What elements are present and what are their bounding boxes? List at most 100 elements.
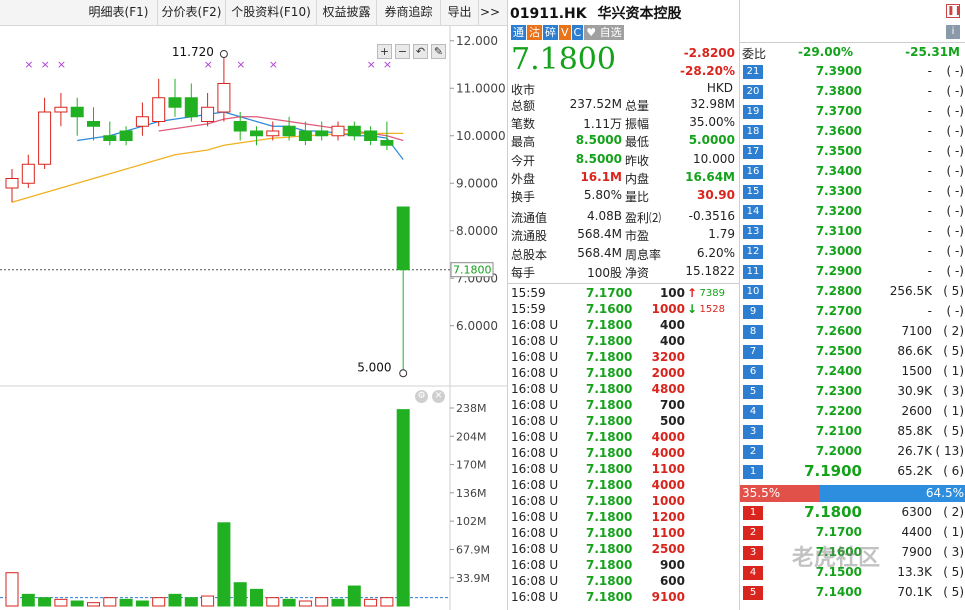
level-count: ( 5) <box>943 424 964 438</box>
tab-detail[interactable]: 明细表(F1) <box>80 0 158 25</box>
quote-badge[interactable]: 碎 <box>543 25 558 40</box>
quote-badge[interactable]: C <box>571 25 584 40</box>
bid-row[interactable]: 1 7.1800 6300 ( 2) <box>740 503 965 523</box>
volume-bar <box>315 597 329 607</box>
ask-row[interactable]: 18 7.3600 -( -) <box>740 122 965 142</box>
divider <box>508 283 739 284</box>
tick-row[interactable]: 16:08 U 7.1800 3200 <box>508 350 739 366</box>
tick-row[interactable]: 15:59 7.1700 100 ↑ 7389 <box>508 286 739 302</box>
stat-value: 1.11万 <box>583 117 622 132</box>
tick-row[interactable]: 15:59 7.1600 1000 ↓ 1528 <box>508 302 739 318</box>
tab-more[interactable]: >> <box>479 0 501 25</box>
ask-row[interactable]: 20 7.3800 -( -) <box>740 82 965 102</box>
tick-row[interactable]: 16:08 U 7.1800 500 <box>508 414 739 430</box>
level-volume: 65.2K <box>897 464 932 478</box>
bid-row[interactable]: 5 7.1400 70.1K ( 5) <box>740 583 965 603</box>
ask-row[interactable]: 17 7.3500 -( -) <box>740 142 965 162</box>
tick-row[interactable]: 16:08 U 7.1800 2000 <box>508 366 739 382</box>
level-count: ( -) <box>946 264 964 278</box>
tick-row[interactable]: 16:08 U 7.1800 9100 <box>508 590 739 606</box>
ask-row[interactable]: 1 7.1900 65.2K ( 6) <box>740 462 965 482</box>
tick-row[interactable]: 16:08 U 7.1800 400 <box>508 334 739 350</box>
y-tick-label: 11.0000 <box>456 81 506 95</box>
volume-bar <box>152 597 166 607</box>
candle-body <box>152 97 166 122</box>
ask-row[interactable]: 13 7.3100 -( -) <box>740 222 965 242</box>
tick-row[interactable]: 16:08 U 7.1800 2500 <box>508 542 739 558</box>
tick-row[interactable]: 16:08 U 7.1800 4000 <box>508 446 739 462</box>
ask-row[interactable]: 12 7.3000 -( -) <box>740 242 965 262</box>
ask-row[interactable]: 11 7.2900 -( -) <box>740 262 965 282</box>
zoom-in-button[interactable]: + <box>377 44 392 59</box>
tab-price-dist[interactable]: 分价表(F2) <box>158 0 226 25</box>
volume-bar <box>54 598 68 607</box>
tick-row[interactable]: 16:08 U 7.1800 1200 <box>508 510 739 526</box>
tick-row[interactable]: 16:08 U 7.1800 4800 <box>508 382 739 398</box>
ask-row[interactable]: 6 7.2400 1500 ( 1) <box>740 362 965 382</box>
tick-row[interactable]: 16:08 U 7.1800 1100 <box>508 526 739 542</box>
level-volume: - <box>927 304 932 318</box>
tick-time: 16:08 U <box>511 446 559 460</box>
level-count: ( -) <box>946 64 964 78</box>
tick-row[interactable]: 16:08 U 7.1800 1100 <box>508 462 739 478</box>
ask-row[interactable]: 15 7.3300 -( -) <box>740 182 965 202</box>
reset-button[interactable]: ↶ <box>413 44 428 59</box>
tick-row[interactable]: 16:08 U 7.1800 600 <box>508 574 739 590</box>
ask-row[interactable]: 2 7.2000 26.7K( 13) <box>740 442 965 462</box>
ask-row[interactable]: 21 7.3900 -( -) <box>740 62 965 82</box>
tick-volume: 400 <box>659 318 685 332</box>
zoom-out-button[interactable]: − <box>395 44 410 59</box>
stat-label: 量比 <box>625 190 650 204</box>
info-icon[interactable]: i <box>946 25 960 39</box>
stat-label: 外盘 <box>511 171 536 186</box>
tick-row[interactable]: 16:08 U 7.1800 4000 <box>508 478 739 494</box>
ask-row[interactable]: 14 7.3200 -( -) <box>740 202 965 222</box>
quote-badge[interactable]: ♥ 自选 <box>584 25 624 40</box>
candle-body <box>266 130 280 137</box>
tick-volume: 1000 <box>651 302 685 316</box>
level-price: 7.1800 <box>804 503 862 521</box>
tick-volume: 9100 <box>651 590 685 604</box>
level-badge: 12 <box>743 245 763 259</box>
tick-row[interactable]: 16:08 U 7.1800 900 <box>508 558 739 574</box>
ask-row[interactable]: 8 7.2600 7100 ( 2) <box>740 322 965 342</box>
level-badge: 5 <box>743 586 763 600</box>
draw-button[interactable]: ✎ <box>431 44 446 59</box>
level-count: ( 3) <box>943 545 964 559</box>
tick-extra: 7389 <box>699 288 725 299</box>
tab-export[interactable]: 导出 <box>441 0 479 25</box>
stat-label: 市盈 <box>625 229 650 244</box>
ask-row[interactable]: 5 7.2300 30.9K ( 3) <box>740 382 965 402</box>
tick-price: 7.1800 <box>586 366 633 380</box>
level-badge: 4 <box>743 566 763 580</box>
pause-icon[interactable]: ❚❚ <box>946 4 962 18</box>
tick-row[interactable]: 16:08 U 7.1800 4000 <box>508 430 739 446</box>
tab-profile[interactable]: 个股资料(F10) <box>226 0 317 25</box>
close-icon[interactable]: ✕ <box>432 390 445 403</box>
level-price: 7.2400 <box>815 364 862 378</box>
level-count: ( -) <box>946 104 964 118</box>
level-count: ( 5) <box>943 344 964 358</box>
gear-icon[interactable]: ⚙ <box>415 390 428 403</box>
ask-row[interactable]: 7 7.2500 86.6K ( 5) <box>740 342 965 362</box>
level-count: ( 1) <box>943 364 964 378</box>
ask-row[interactable]: 19 7.3700 -( -) <box>740 102 965 122</box>
quote-badge[interactable]: 通 <box>511 25 526 40</box>
volume-tick-label: 170M <box>456 459 487 472</box>
ask-row[interactable]: 9 7.2700 -( -) <box>740 302 965 322</box>
ask-row[interactable]: 4 7.2200 2600 ( 1) <box>740 402 965 422</box>
ask-row[interactable]: 3 7.2100 85.8K ( 5) <box>740 422 965 442</box>
tick-price: 7.1800 <box>586 350 633 364</box>
tick-volume: 400 <box>659 334 685 348</box>
ask-row[interactable]: 10 7.2800 256.5K ( 5) <box>740 282 965 302</box>
tab-disclosure[interactable]: 权益披露 <box>317 0 377 25</box>
tick-row[interactable]: 16:08 U 7.1800 700 <box>508 398 739 414</box>
candlestick-chart[interactable]: 12.00011.000010.00009.00008.00007.00006.… <box>0 26 507 610</box>
quote-badge[interactable]: 沽 <box>527 25 542 40</box>
ask-row[interactable]: 16 7.3400 -( -) <box>740 162 965 182</box>
y-tick-label: 8.0000 <box>456 224 498 238</box>
quote-badge[interactable]: V <box>559 25 571 40</box>
tick-row[interactable]: 16:08 U 7.1800 1000 <box>508 494 739 510</box>
tab-broker[interactable]: 券商追踪 <box>377 0 441 25</box>
tick-row[interactable]: 16:08 U 7.1800 400 <box>508 318 739 334</box>
